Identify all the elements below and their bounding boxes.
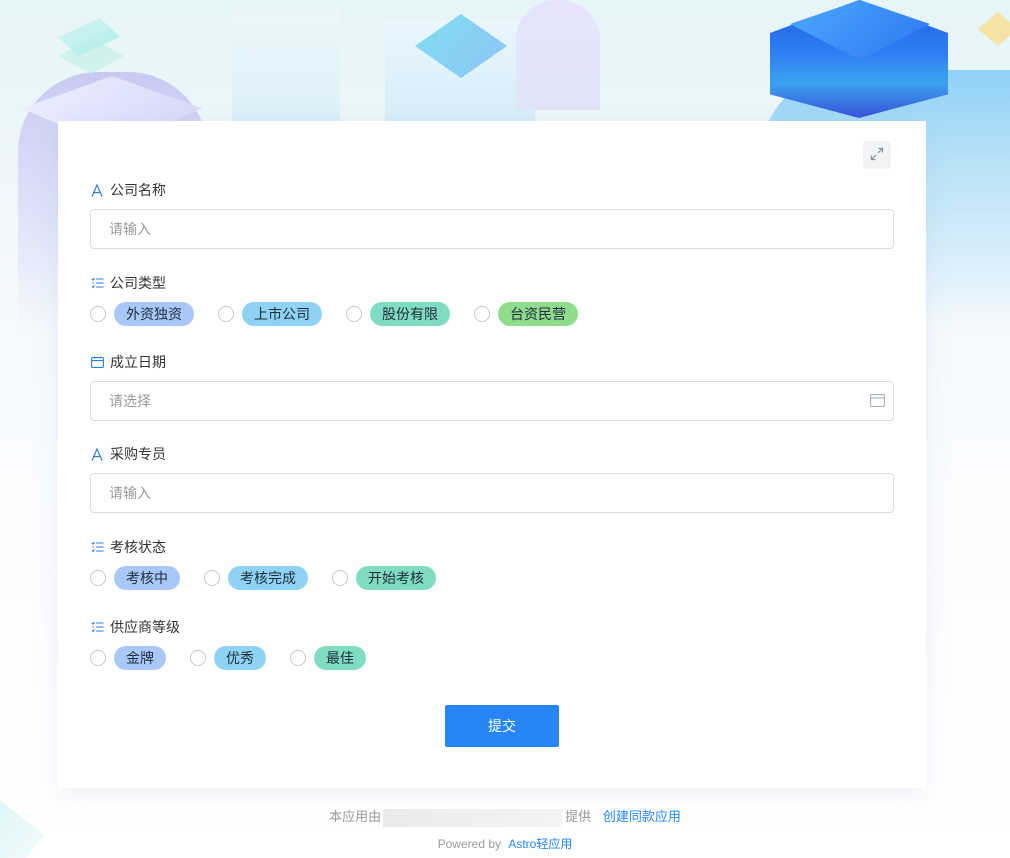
radio-option[interactable]: 开始考核 (332, 566, 436, 590)
radio-button[interactable] (90, 570, 106, 586)
field-label: 考核状态 (110, 539, 166, 555)
input-placeholder: 请输入 (109, 221, 151, 237)
input-placeholder: 请输入 (109, 485, 151, 501)
option-tag: 上市公司 (242, 302, 322, 326)
option-tag: 最佳 (314, 646, 366, 670)
option-tag: 台资民营 (498, 302, 578, 326)
option-tag: 外资独资 (114, 302, 194, 326)
footer-provider: 本应用由 提供 创建同款应用 (0, 806, 1010, 827)
radio-option[interactable]: 金牌 (90, 646, 166, 670)
calendar-icon (90, 355, 104, 369)
input-placeholder: 请选择 (109, 393, 151, 409)
option-tag: 开始考核 (356, 566, 436, 590)
radio-option[interactable]: 外资独资 (90, 302, 194, 326)
field-buyer: 采购专员 请输入 (90, 445, 894, 513)
expand-icon (870, 147, 884, 164)
field-label: 采购专员 (110, 446, 166, 462)
text-icon (90, 447, 104, 461)
radio-option[interactable]: 优秀 (190, 646, 266, 670)
list-icon (90, 620, 104, 634)
company-name-input[interactable]: 请输入 (90, 209, 894, 249)
radio-button[interactable] (474, 306, 490, 322)
radio-button[interactable] (346, 306, 362, 322)
radio-button[interactable] (332, 570, 348, 586)
background-decoration (47, 18, 131, 56)
footer-text: 提供 (565, 809, 592, 824)
radio-button[interactable] (290, 650, 306, 666)
radio-option[interactable]: 股份有限 (346, 302, 450, 326)
field-company-name: 公司名称 请输入 (90, 181, 894, 249)
footer-text: Powered by (437, 837, 501, 851)
field-label: 公司类型 (110, 275, 166, 291)
radio-button[interactable] (190, 650, 206, 666)
radio-option[interactable]: 上市公司 (218, 302, 322, 326)
submit-button[interactable]: 提交 (445, 705, 559, 747)
footer-text: 本应用由 (329, 809, 382, 824)
form-card: 公司名称 请输入 公司类型 外资独资 上市公司 股份有限 台资民营 成立日期 请… (58, 121, 926, 788)
option-tag: 考核中 (114, 566, 180, 590)
radio-button[interactable] (90, 650, 106, 666)
provider-name-redacted (383, 808, 564, 827)
radio-option[interactable]: 台资民营 (474, 302, 578, 326)
field-company-type: 公司类型 外资独资 上市公司 股份有限 台资民营 (90, 274, 894, 326)
radio-button[interactable] (90, 306, 106, 322)
radio-button[interactable] (218, 306, 234, 322)
field-review-status: 考核状态 考核中 考核完成 开始考核 (90, 538, 894, 590)
list-icon (90, 276, 104, 290)
option-tag: 金牌 (114, 646, 166, 670)
option-tag: 优秀 (214, 646, 266, 670)
radio-option[interactable]: 考核中 (90, 566, 180, 590)
field-supplier-level: 供应商等级 金牌 优秀 最佳 (90, 618, 894, 670)
list-icon (90, 540, 104, 554)
field-founded-date: 成立日期 请选择 (90, 353, 894, 421)
field-label: 公司名称 (110, 182, 166, 198)
field-label: 供应商等级 (110, 619, 180, 635)
radio-button[interactable] (204, 570, 220, 586)
field-label: 成立日期 (110, 354, 166, 370)
option-tag: 考核完成 (228, 566, 308, 590)
founded-date-picker[interactable]: 请选择 (90, 381, 894, 421)
buyer-input[interactable]: 请输入 (90, 473, 894, 513)
footer-powered: Powered by Astro轻应用 (0, 835, 1010, 852)
calendar-icon[interactable] (870, 393, 885, 410)
background-decoration (978, 12, 1010, 46)
option-tag: 股份有限 (370, 302, 450, 326)
radio-option[interactable]: 最佳 (290, 646, 366, 670)
expand-button[interactable] (863, 141, 891, 169)
text-icon (90, 183, 104, 197)
create-app-link[interactable]: 创建同款应用 (603, 809, 681, 824)
astro-link[interactable]: Astro轻应用 (508, 837, 572, 851)
background-decoration (516, 0, 600, 110)
radio-option[interactable]: 考核完成 (204, 566, 308, 590)
